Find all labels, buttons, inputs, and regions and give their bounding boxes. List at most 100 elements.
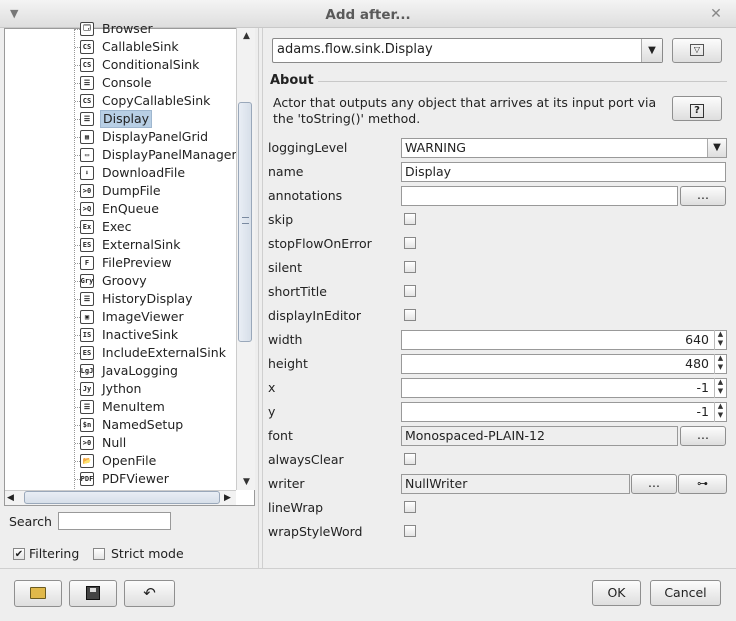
tree-item[interactable]: F FilePreview [80,254,174,272]
wrapstyleword-checkbox[interactable] [404,525,416,537]
tree-vertical-scroll-thumb[interactable] [238,102,252,342]
actor-icon: ☰ [80,292,94,306]
ok-button[interactable]: OK [592,580,641,606]
tree-item[interactable]: CS CallableSink [80,38,181,56]
actor-icon: Jy [80,382,94,396]
shorttitle-checkbox[interactable] [404,285,416,297]
tree-item[interactable]: $n NamedSetup [80,416,185,434]
close-icon[interactable]: ✕ [708,6,724,22]
scroll-right-icon[interactable]: ▶ [224,491,231,505]
class-history-button[interactable]: ▽ [672,38,722,63]
tree-item[interactable]: Ex Exec [80,218,133,236]
stopflowonerror-checkbox[interactable] [404,237,416,249]
actor-icon: ▦ [80,130,94,144]
tree-item[interactable]: ES IncludeExternalSink [80,344,228,362]
y-input[interactable]: -1 [401,402,727,422]
tree-item-label: ConditionalSink [102,57,200,72]
x-spinner-icon[interactable]: ▲ ▼ [714,378,726,398]
font-value: Monospaced-PLAIN-12 [401,426,678,446]
tree-item[interactable]: Jy Jython [80,380,143,398]
undo-button[interactable]: ↶ [124,580,175,607]
filtering-option[interactable]: Filtering [13,546,79,561]
open-button[interactable] [14,580,62,607]
width-label: width [268,332,303,347]
linewrap-checkbox[interactable] [404,501,416,513]
class-dropdown-arrow-icon[interactable]: ▼ [641,39,662,62]
name-input[interactable]: Display [401,162,726,182]
filtering-label: Filtering [29,546,80,561]
tree-item[interactable]: ES ExternalSink [80,236,182,254]
logginglevel-select[interactable]: WARNING [401,138,727,158]
tree-item[interactable]: ☰ Display [80,110,153,128]
x-input[interactable]: -1 [401,378,727,398]
font-edit-button[interactable]: ... [680,426,726,446]
strict-mode-option[interactable]: Strict mode [93,546,184,561]
writer-value: NullWriter [401,474,630,494]
height-input[interactable]: 480 [401,354,727,374]
undo-icon: ↶ [143,584,156,602]
tree-item-label: CallableSink [102,39,179,54]
annotations-input[interactable] [401,186,678,206]
tree-item[interactable]: CS CopyCallableSink [80,92,212,110]
actor-icon: ⬇ [80,166,94,180]
height-spinner-icon[interactable]: ▲ ▼ [714,354,726,374]
actor-icon: LgJ [80,364,94,378]
about-text: Actor that outputs any object that arriv… [273,95,657,126]
writer-tree-button[interactable]: ⊶ [678,474,727,494]
tree-item[interactable]: 📂 OpenFile [80,452,158,470]
alwaysclear-checkbox[interactable] [404,453,416,465]
search-input[interactable] [58,512,171,530]
scroll-down-icon[interactable]: ▼ [238,474,255,490]
scroll-left-icon[interactable]: ◀ [7,491,14,505]
tree-item[interactable]: ☰ MenuItem [80,398,167,416]
tree-item[interactable]: 🗔 Browser [80,20,155,38]
width-input[interactable]: 640 [401,330,727,350]
tree-item[interactable]: ☰ Console [80,74,154,92]
split-pane-divider[interactable] [258,28,263,568]
tree-item-label: Groovy [102,273,147,288]
actor-icon: ▭ [80,148,94,162]
tree-item-label: FilePreview [102,255,172,270]
tree-item-label: Exec [102,219,132,234]
actor-icon: $n [80,418,94,432]
tree-item[interactable]: ▭ DisplayPanelManager [80,146,239,164]
help-button[interactable]: ? [672,96,722,121]
tree-item-label: Console [102,75,152,90]
tree-item[interactable]: >Q EnQueue [80,200,161,218]
tree-item-label: Jython [102,381,142,396]
y-spinner-icon[interactable]: ▲ ▼ [714,402,726,422]
actor-icon: PDF [80,472,94,486]
tree-item[interactable]: PDF PDFViewer [80,470,171,488]
scroll-up-icon[interactable]: ▲ [238,28,255,44]
tree-item[interactable]: ☰ HistoryDisplay [80,290,195,308]
displayineditor-checkbox[interactable] [404,309,416,321]
tree-item[interactable]: ⬇ DownloadFile [80,164,187,182]
tree-item-label: DisplayPanelManager [102,147,237,162]
tree-item[interactable]: Gry Groovy [80,272,149,290]
tree-item[interactable]: ▣ ImageViewer [80,308,186,326]
logginglevel-dropdown-arrow-icon[interactable]: ▼ [707,139,726,157]
tree-item[interactable]: IS InactiveSink [80,326,180,344]
actor-icon: IS [80,328,94,342]
tree-item[interactable]: >0 DumpFile [80,182,163,200]
strict-mode-checkbox[interactable] [93,547,105,560]
actor-icon: ☰ [80,400,94,414]
width-spinner-icon[interactable]: ▲ ▼ [714,330,726,350]
filtering-checkbox[interactable] [13,547,25,560]
y-label: y [268,404,276,419]
silent-checkbox[interactable] [404,261,416,273]
tree-horizontal-scroll-thumb[interactable] [24,491,220,504]
height-label: height [268,356,308,371]
skip-checkbox[interactable] [404,213,416,225]
tree-item[interactable]: >0 Null [80,434,128,452]
save-button[interactable] [69,580,117,607]
actor-icon: >Q [80,202,94,216]
cancel-button[interactable]: Cancel [650,580,721,606]
writer-edit-button[interactable]: ... [631,474,677,494]
tree-item[interactable]: ▦ DisplayPanelGrid [80,128,210,146]
actor-icon: Gry [80,274,94,288]
tree-item[interactable]: CS ConditionalSink [80,56,201,74]
tree-item[interactable]: LgJ JavaLogging [80,362,180,380]
annotations-edit-button[interactable]: ... [680,186,726,206]
hierarchy-icon: ⊶ [697,477,708,490]
